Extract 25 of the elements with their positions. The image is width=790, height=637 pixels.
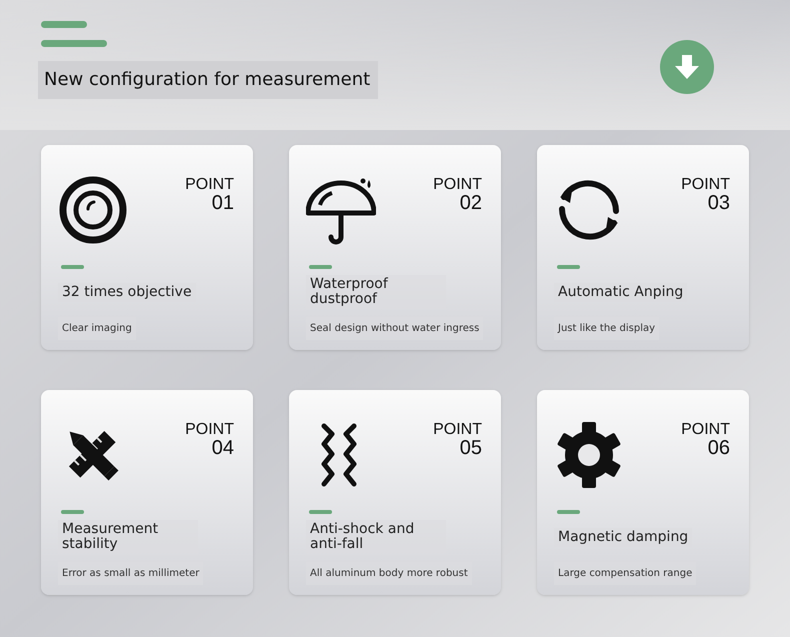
accent-bar — [61, 510, 84, 514]
lens-icon — [58, 175, 128, 245]
point-number: 04 — [212, 439, 234, 458]
point-number: 06 — [708, 439, 730, 458]
point-number: 05 — [460, 439, 482, 458]
point-label: POINT — [185, 175, 234, 194]
point-number: 03 — [708, 194, 730, 213]
point-label: POINT — [185, 420, 234, 439]
accent-bar — [309, 265, 332, 269]
point-label: POINT — [433, 420, 482, 439]
feature-title: Waterproof dustproof — [306, 275, 446, 309]
menu-icon[interactable] — [40, 20, 110, 50]
accent-bar — [309, 510, 332, 514]
point-number: 02 — [460, 194, 482, 213]
feature-title: Measurement stability — [58, 520, 198, 554]
page-title: New configuration for measurement — [38, 61, 378, 99]
point-label: POINT — [681, 175, 730, 194]
download-button[interactable] — [660, 40, 714, 94]
point-number: 01 — [212, 194, 234, 213]
point-label: POINT — [681, 420, 730, 439]
accent-bar — [557, 265, 580, 269]
download-icon — [673, 53, 701, 81]
accent-bar — [557, 510, 580, 514]
accent-bar — [61, 265, 84, 269]
point-label: POINT — [433, 175, 482, 194]
